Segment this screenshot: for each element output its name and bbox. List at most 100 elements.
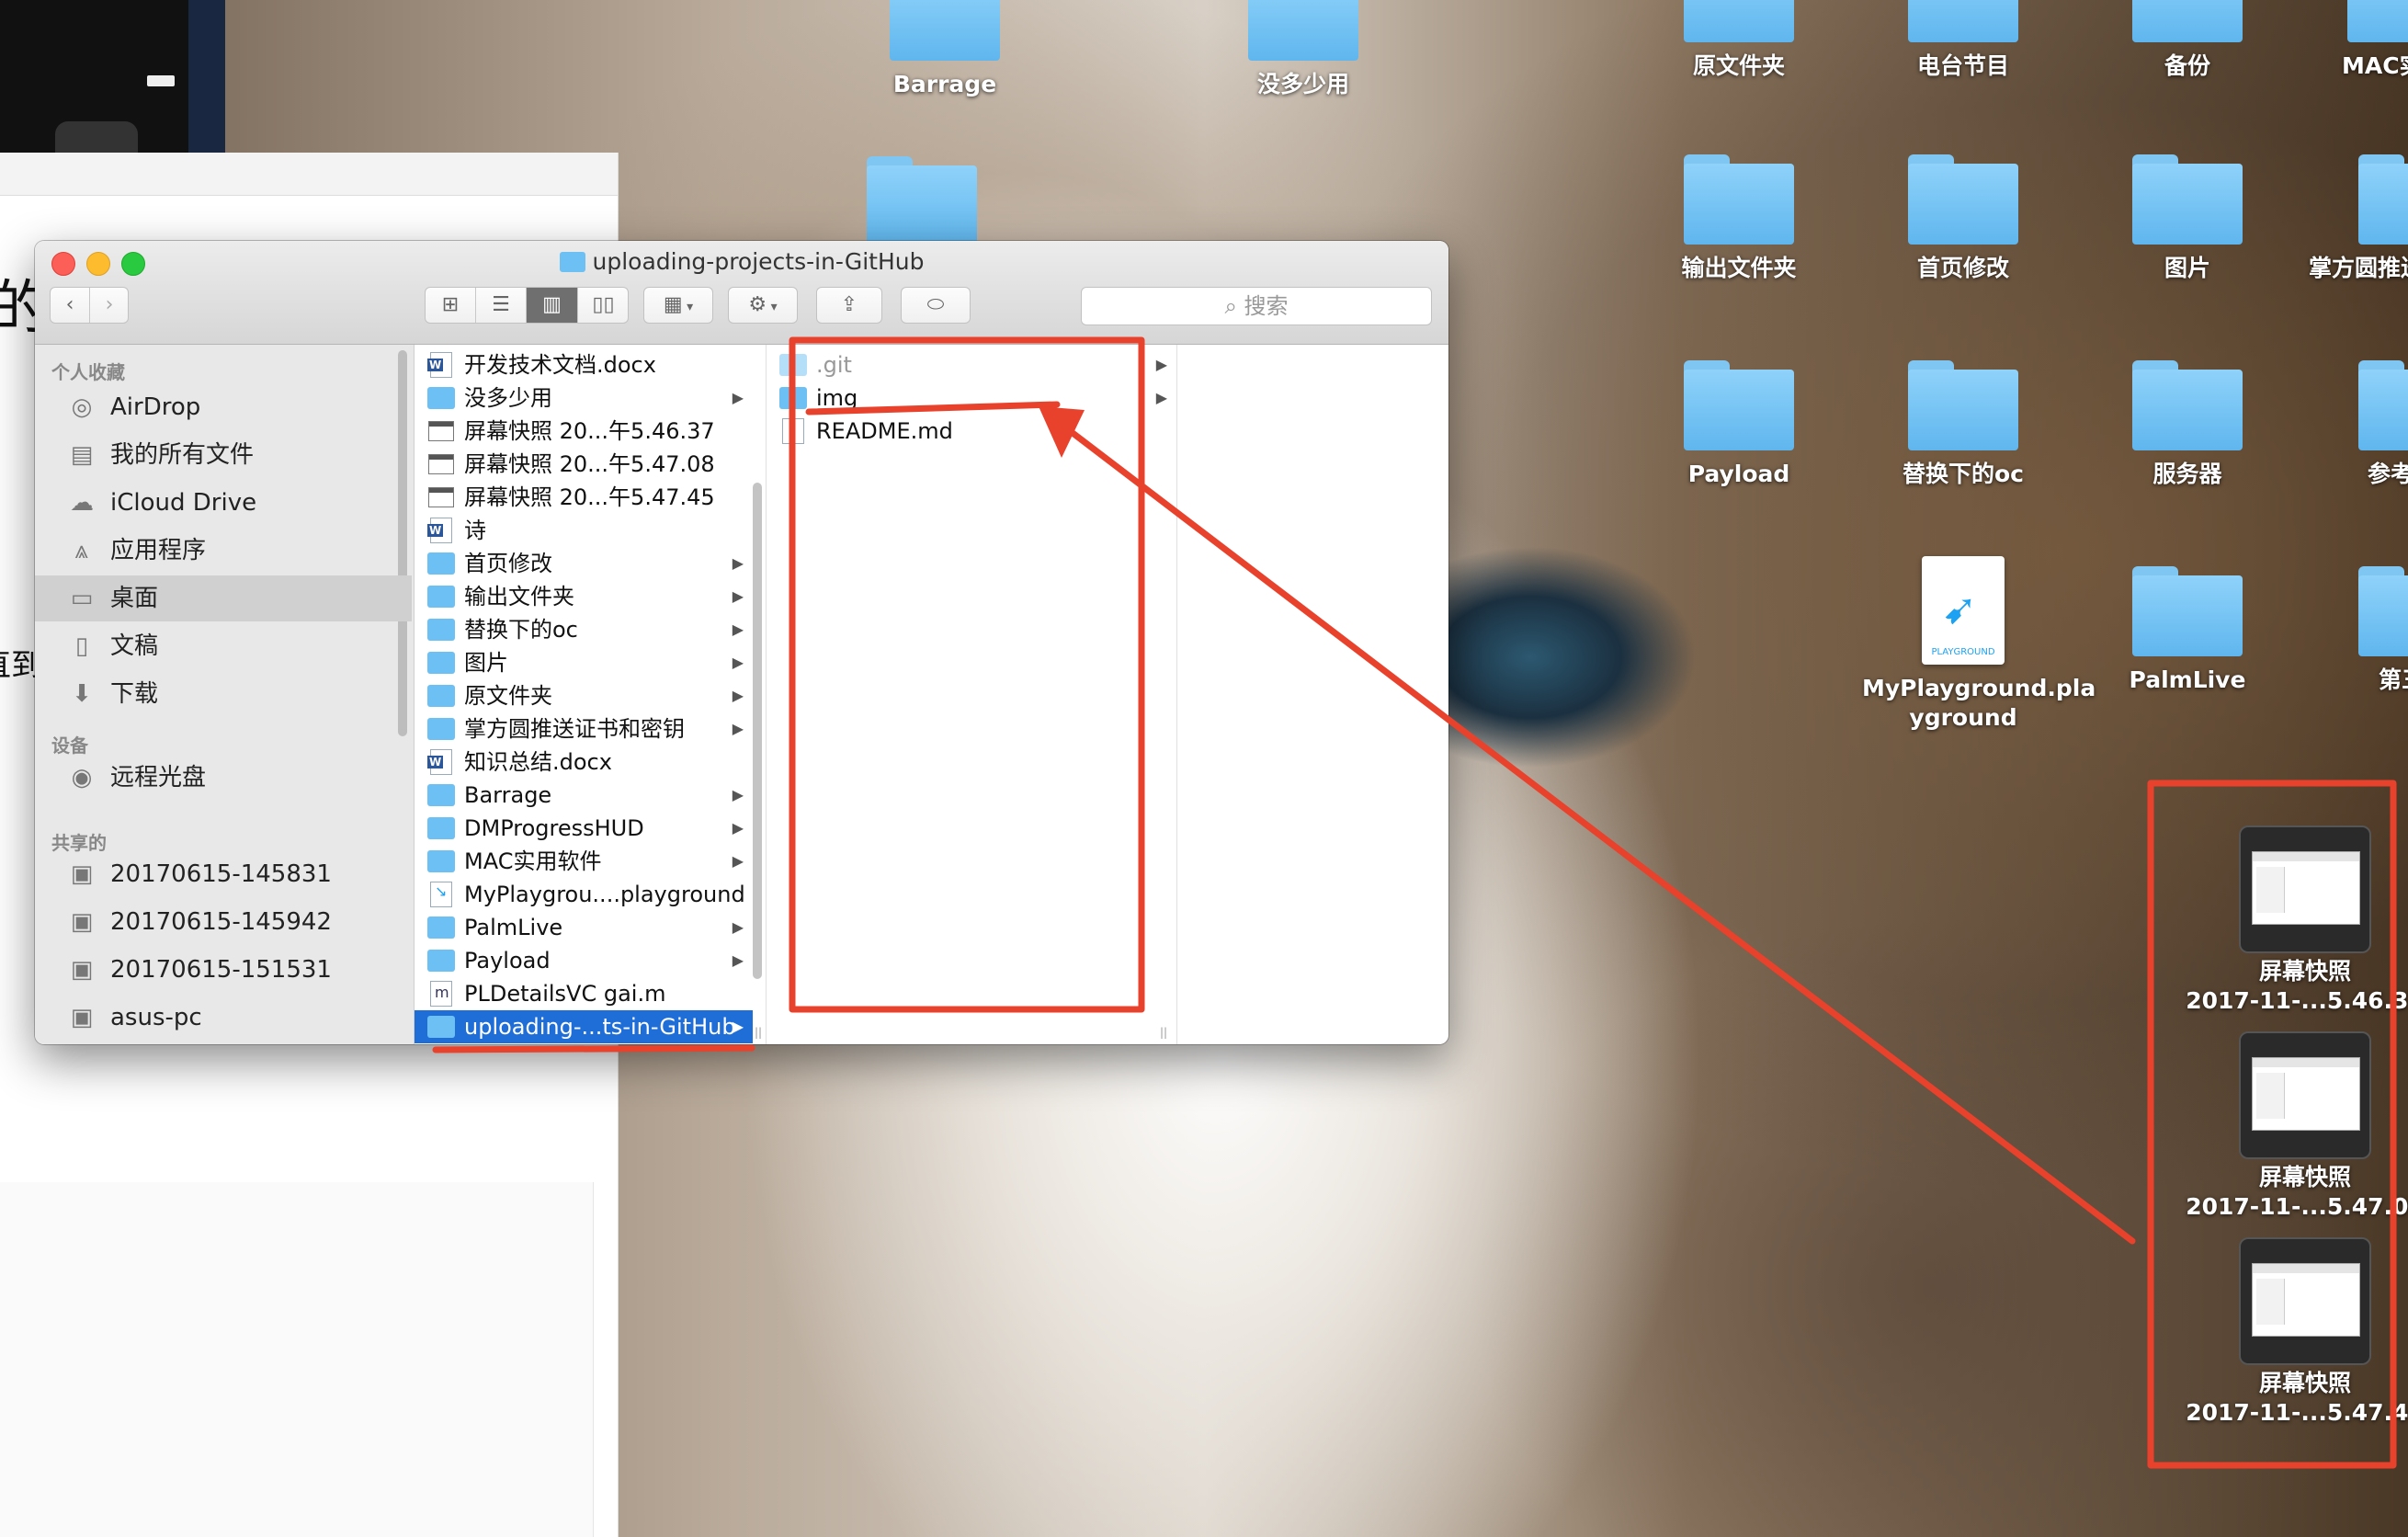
desktop-folder-barrage[interactable]: Barrage xyxy=(844,0,1046,99)
sidebar-item-shared-145831[interactable]: ▣ 20170615-145831 xyxy=(35,851,412,897)
desktop-icon-label: 原文件夹 xyxy=(1692,52,1785,79)
share-button[interactable]: ⇪ xyxy=(816,287,882,324)
disc-icon: ◉ xyxy=(71,764,93,791)
desktop-folder-disan[interactable]: 第三 xyxy=(2283,566,2408,695)
file-name: 没多少用 xyxy=(464,385,552,411)
desktop-icon-label-line2: 2017-11-...5.47.08 xyxy=(2186,1193,2408,1220)
finder-window[interactable]: uploading-projects-in-GitHub ‹ › ⊞ ☰ ▥ ▯… xyxy=(35,241,1448,1044)
desktop-folder-shouyexiugai[interactable]: 首页修改 xyxy=(1862,154,2064,283)
file-row[interactable]: 原文件夹 ▶ xyxy=(415,679,753,712)
arrange-button[interactable]: ▦ ▾ xyxy=(643,287,713,324)
sidebar-item-label: 20170615-145831 xyxy=(110,860,332,888)
file-row[interactable]: PalmLive ▶ xyxy=(415,911,753,944)
desktop-icon-label: PalmLive xyxy=(2129,666,2246,693)
desktop-folder-tupian[interactable]: 图片 xyxy=(2086,154,2289,283)
file-row[interactable]: 诗 xyxy=(415,514,753,547)
file-row[interactable]: PLDetailsVC gai.m xyxy=(415,976,753,1010)
word-document-icon xyxy=(427,749,452,775)
sidebar-item-documents[interactable]: ▯ 文稿 xyxy=(35,623,412,669)
desktop-folder-payload[interactable]: Payload xyxy=(1638,360,1840,489)
screenshot-thumbnail xyxy=(2239,825,2371,953)
file-row[interactable]: MyPlaygrou....playground xyxy=(415,875,753,911)
desktop-folder-yuanwenjianjia[interactable]: 原文件夹 xyxy=(1638,0,1840,81)
forward-button[interactable]: › xyxy=(90,288,129,323)
file-row[interactable]: 开发技术文档.docx xyxy=(415,348,753,381)
disclosure-arrow-icon: ▶ xyxy=(732,587,744,605)
desktop-screenshot-3[interactable]: 屏幕快照 2017-11-...5.47.45 xyxy=(2186,1237,2408,1428)
file-row[interactable]: 没多少用 ▶ xyxy=(415,381,753,415)
desktop-folder-tihuanxiadeoc[interactable]: 替换下的oc xyxy=(1862,360,2064,489)
screenshot-thumbnail xyxy=(2239,1237,2371,1365)
desktop-folder-mac[interactable]: MAC实 xyxy=(2283,0,2408,81)
sidebar-item-applications[interactable]: ⩓ 应用程序 xyxy=(35,528,412,574)
playground-file-icon xyxy=(430,875,452,908)
sidebar-item-shared-145942[interactable]: ▣ 20170615-145942 xyxy=(35,899,412,945)
desktop-screenshot-1[interactable]: 屏幕快照 2017-11-...5.46.37 xyxy=(2186,825,2408,1016)
file-row[interactable]: uploading-...ts-in-GitHub ▶ xyxy=(415,1010,753,1043)
cover-flow-button[interactable]: ▯▯ xyxy=(578,288,629,323)
desktop-folder-palmlive[interactable]: PalmLive xyxy=(2086,566,2289,695)
desktop-folder-partial[interactable] xyxy=(821,156,1023,246)
desktop-folder-meiduoshaoyong[interactable]: 没多少用 xyxy=(1202,0,1404,99)
file-row[interactable]: README.md xyxy=(767,415,1176,448)
sidebar-item-remote-disc[interactable]: ◉ 远程光盘 xyxy=(35,755,412,801)
file-row[interactable]: DMProgressHUD ▶ xyxy=(415,812,753,845)
sidebar-item-airdrop[interactable]: ◎ AirDrop xyxy=(35,384,412,430)
file-name: img xyxy=(816,385,858,411)
word-document-icon xyxy=(427,518,452,543)
file-row[interactable]: Payload ▶ xyxy=(415,944,753,977)
sidebar-item-desktop[interactable]: ▭ 桌面 xyxy=(35,575,412,621)
file-row[interactable]: Barrage ▶ xyxy=(415,779,753,812)
file-row[interactable]: .git ▶ xyxy=(767,348,1176,381)
file-row[interactable]: 掌方圆推送证书和密钥 ▶ xyxy=(415,712,753,746)
file-row[interactable]: 知识总结.docx xyxy=(415,746,753,779)
gear-icon: ⚙ xyxy=(748,293,767,316)
back-button[interactable]: ‹ xyxy=(51,288,90,323)
desktop-folder-zhangfangyuan[interactable]: 掌方圆推送 xyxy=(2283,154,2408,283)
folder-icon xyxy=(427,1016,455,1038)
desktop-folder-beifen[interactable]: 备份 xyxy=(2086,0,2289,81)
sidebar-item-label: 文稿 xyxy=(110,632,159,660)
desktop-screenshot-2[interactable]: 屏幕快照 2017-11-...5.47.08 xyxy=(2186,1031,2408,1222)
computer-icon: ▣ xyxy=(70,908,94,936)
sidebar-item-shared-asus-pc[interactable]: ▣ asus-pc xyxy=(35,995,412,1041)
desktop-folder-shuchuwenjianjia[interactable]: 输出文件夹 xyxy=(1638,154,1840,283)
file-row[interactable]: 输出文件夹 ▶ xyxy=(415,580,753,613)
column-view-button[interactable]: ▥ xyxy=(527,288,578,323)
action-button[interactable]: ⚙ ▾ xyxy=(728,287,798,324)
file-row[interactable]: 屏幕快照 20...午5.47.45 xyxy=(415,481,753,514)
search-field[interactable]: ⌕ 搜索 xyxy=(1081,287,1432,325)
tags-button[interactable]: ⬭ xyxy=(901,287,971,324)
file-row[interactable]: 首页修改 ▶ xyxy=(415,547,753,580)
chevron-down-icon: ▾ xyxy=(767,300,778,314)
column-scrollbar[interactable] xyxy=(753,483,762,979)
sidebar-item-downloads[interactable]: ⬇ 下载 xyxy=(35,671,412,717)
icon-view-button[interactable]: ⊞ xyxy=(426,288,476,323)
file-row[interactable]: 屏幕快照 20...午5.46.37 xyxy=(415,415,753,448)
desktop-folder-cankao[interactable]: 参考 xyxy=(2283,360,2408,489)
computer-icon: ▣ xyxy=(70,956,94,984)
file-row[interactable]: 替换下的oc ▶ xyxy=(415,613,753,646)
folder-icon xyxy=(427,950,455,972)
sidebar-item-shared-151531[interactable]: ▣ 20170615-151531 xyxy=(35,947,412,993)
folder-icon xyxy=(779,387,807,409)
column-resize-handle[interactable]: || xyxy=(1160,1026,1171,1039)
file-row[interactable]: 屏幕快照 20...午5.47.08 xyxy=(415,448,753,481)
desktop-folder-diantaijiemu[interactable]: 电台节目 xyxy=(1862,0,2064,81)
desktop-folder-fuwuqi[interactable]: 服务器 xyxy=(2086,360,2289,489)
desktop-icon-label: 电台节目 xyxy=(1916,52,2009,79)
sidebar-item-all-files[interactable]: ▤ 我的所有文件 xyxy=(35,432,412,478)
desktop-file-myplayground[interactable]: ➹ PLAYGROUND MyPlayground.pla yground xyxy=(1862,556,2096,733)
arrange-icon: ▦ xyxy=(663,293,683,316)
column-resize-handle[interactable]: || xyxy=(755,1026,766,1039)
folder-icon xyxy=(867,156,977,246)
file-name: README.md xyxy=(816,418,953,444)
list-view-button[interactable]: ☰ xyxy=(476,288,527,323)
folder-icon xyxy=(427,552,455,575)
cover-flow-icon: ▯▯ xyxy=(592,293,615,316)
file-row[interactable]: img ▶ xyxy=(767,381,1176,415)
file-row[interactable]: MAC实用软件 ▶ xyxy=(415,845,753,878)
file-row[interactable]: 图片 ▶ xyxy=(415,646,753,679)
desktop-icon: ▭ xyxy=(70,585,94,612)
sidebar-item-icloud-drive[interactable]: ☁ iCloud Drive xyxy=(35,480,412,526)
